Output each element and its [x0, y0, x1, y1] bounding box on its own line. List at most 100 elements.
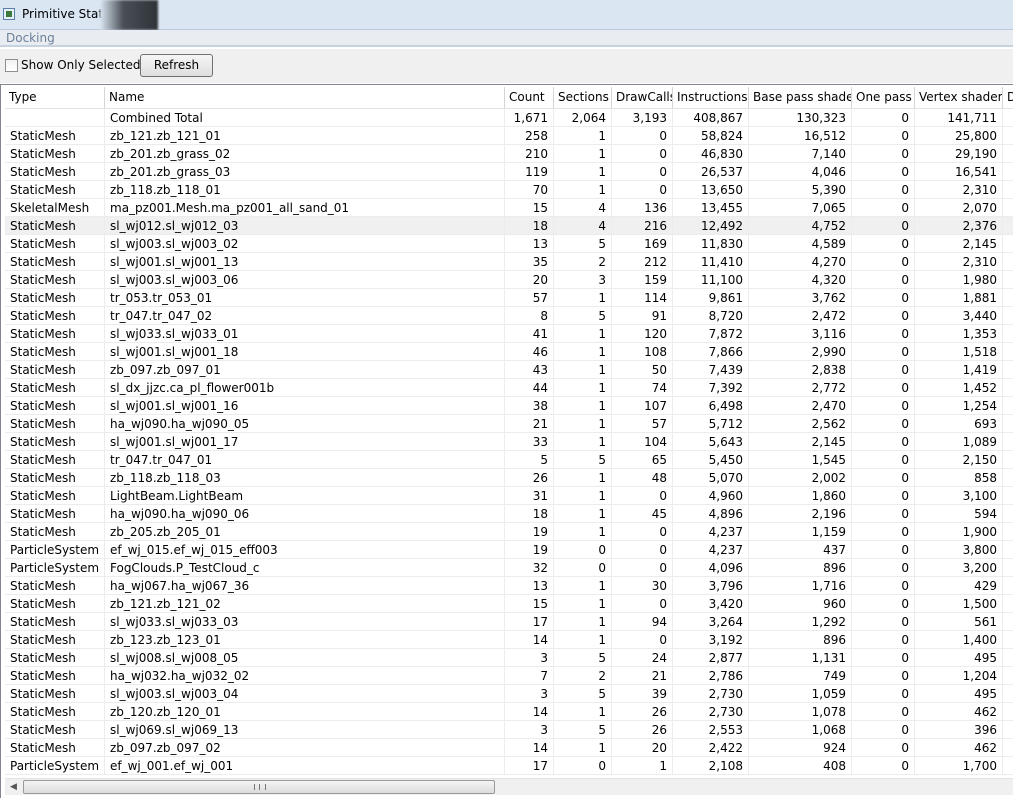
docking-bar[interactable]: Docking [0, 30, 1013, 47]
table-cell-empty [1003, 469, 1013, 487]
table-row[interactable]: StaticMesh tr_047.tr_047_02 8 5 91 8,720 2,472… [5, 307, 1013, 325]
table-cell: ParticleSystem [5, 541, 105, 559]
table-cell: 3,420 [673, 595, 749, 613]
scroll-left-arrow-icon[interactable]: ◀ [5, 779, 22, 795]
table-cell: 107 [612, 397, 673, 415]
refresh-button[interactable]: Refresh [140, 54, 213, 77]
table-row[interactable]: StaticMesh sl_wj003.sl_wj003_06 20 3 159 11,1… [5, 271, 1013, 289]
table-row[interactable]: StaticMesh sl_wj001.sl_wj001_17 33 1 104 5,64… [5, 433, 1013, 451]
table-row[interactable]: StaticMesh zb_123.zb_123_01 14 1 0 3,192 896 0 1… [5, 631, 1013, 649]
table-row[interactable]: StaticMesh LightBeam.LightBeam 31 1 0 4,960 1,… [5, 487, 1013, 505]
table-row[interactable]: ParticleSystem FogClouds.P_TestCloud_c 32 0… [5, 559, 1013, 577]
table-cell-empty [1003, 577, 1013, 595]
table-row[interactable]: Combined Total 1,671 2,064 3,193 408,867 130,… [5, 109, 1013, 127]
show-only-selected-label[interactable]: Show Only Selected [21, 58, 141, 72]
table-row[interactable]: StaticMesh zb_121.zb_121_02 15 1 0 3,420 960 0 1… [5, 595, 1013, 613]
table-cell: zb_118.zb_118_03 [105, 469, 505, 487]
table-cell: 0 [852, 757, 915, 775]
table-row[interactable]: SkeletalMesh ma_pz001.Mesh.ma_pz001_all_s… [5, 199, 1013, 217]
table-cell: 141,711 [915, 109, 1003, 127]
table-row[interactable]: ParticleSystem ef_wj_015.ef_wj_015_eff003… [5, 541, 1013, 559]
table-cell: zb_120.zb_120_01 [105, 703, 505, 721]
table-row[interactable]: StaticMesh tr_047.tr_047_01 5 5 65 5,450 1,545… [5, 451, 1013, 469]
table-cell: 0 [554, 559, 612, 577]
table-cell: 0 [612, 145, 673, 163]
table-cell: 408,867 [673, 109, 749, 127]
table-cell: 1,089 [915, 433, 1003, 451]
table-row[interactable]: StaticMesh tr_053.tr_053_01 57 1 114 9,861 3,7… [5, 289, 1013, 307]
table-cell: 119 [505, 163, 554, 181]
table-cell: 91 [612, 307, 673, 325]
table-cell-empty [1003, 217, 1013, 235]
table-cell: 0 [852, 595, 915, 613]
scrollbar-thumb[interactable] [23, 780, 495, 794]
table-cell: 1 [554, 163, 612, 181]
column-header-3[interactable]: Sections [554, 87, 612, 108]
table-row[interactable]: StaticMesh zb_120.zb_120_01 14 1 26 2,730 1,07… [5, 703, 1013, 721]
table-cell: 38 [505, 397, 554, 415]
table-row[interactable]: StaticMesh zb_201.zb_grass_02 210 1 0 46,830 7… [5, 145, 1013, 163]
table-row[interactable]: StaticMesh ha_wj090.ha_wj090_05 21 1 57 5,712… [5, 415, 1013, 433]
table-cell: 16,541 [915, 163, 1003, 181]
table-cell: 2,108 [673, 757, 749, 775]
table-cell: ParticleSystem [5, 757, 105, 775]
column-header-1[interactable]: Name [105, 87, 505, 108]
column-header-0[interactable]: Type [5, 87, 105, 108]
table-row[interactable]: StaticMesh sl_wj012.sl_wj012_03 18 4 216 12,4… [5, 217, 1013, 235]
column-header-4[interactable]: DrawCalls [612, 87, 673, 108]
table-cell: Combined Total [105, 109, 505, 127]
table-row[interactable]: StaticMesh zb_118.zb_118_03 26 1 48 5,070 2,00… [5, 469, 1013, 487]
column-header-7[interactable]: One pass [852, 87, 915, 108]
column-header-2[interactable]: Count [505, 87, 554, 108]
table-row[interactable]: StaticMesh sl_wj003.sl_wj003_02 13 5 169 11,8… [5, 235, 1013, 253]
table-row[interactable]: StaticMesh ha_wj067.ha_wj067_36 13 1 30 3,796… [5, 577, 1013, 595]
table-cell: StaticMesh [5, 127, 105, 145]
table-row[interactable]: StaticMesh zb_121.zb_121_01 258 1 0 58,824 16,… [5, 127, 1013, 145]
table-row[interactable]: StaticMesh zb_205.zb_205_01 19 1 0 4,237 1,159… [5, 523, 1013, 541]
table-cell: 19 [505, 541, 554, 559]
table-cell: 0 [852, 109, 915, 127]
column-header-8[interactable]: Vertex shader [915, 87, 1003, 108]
column-header-6[interactable]: Base pass shader [749, 87, 852, 108]
table-row[interactable]: StaticMesh ha_wj032.ha_wj032_02 7 2 21 2,786 7… [5, 667, 1013, 685]
show-only-selected-checkbox[interactable] [5, 59, 18, 72]
table-row[interactable]: StaticMesh sl_wj003.sl_wj003_04 3 5 39 2,730 1… [5, 685, 1013, 703]
table-row[interactable]: ParticleSystem ef_wj_001.ef_wj_001 17 0 1 2,1… [5, 757, 1013, 775]
table-row[interactable]: StaticMesh zb_201.zb_grass_03 119 1 0 26,537 4… [5, 163, 1013, 181]
table-row[interactable]: StaticMesh sl_wj033.sl_wj033_01 41 1 120 7,87… [5, 325, 1013, 343]
table-row[interactable]: StaticMesh sl_wj033.sl_wj033_03 17 1 94 3,264… [5, 613, 1013, 631]
table-row[interactable]: StaticMesh zb_118.zb_118_01 70 1 0 13,650 5,39… [5, 181, 1013, 199]
table-cell: sl_wj069.sl_wj069_13 [105, 721, 505, 739]
horizontal-scrollbar[interactable]: ◀ [5, 778, 1013, 795]
table-cell: 3 [554, 271, 612, 289]
table-cell-empty [1003, 559, 1013, 577]
table-cell: StaticMesh [5, 361, 105, 379]
table-cell: 561 [915, 613, 1003, 631]
table-row[interactable]: StaticMesh sl_wj001.sl_wj001_18 46 1 108 7,86… [5, 343, 1013, 361]
table-cell: StaticMesh [5, 685, 105, 703]
table-cell: 16,512 [749, 127, 852, 145]
table-row[interactable]: StaticMesh sl_wj001.sl_wj001_13 35 2 212 11,4… [5, 253, 1013, 271]
column-header-5[interactable]: Instructions [673, 87, 749, 108]
table-row[interactable]: StaticMesh sl_dx_jjzc.ca_pl_flower001b 44 1… [5, 379, 1013, 397]
table-row[interactable]: StaticMesh sl_wj008.sl_wj008_05 3 5 24 2,877 1… [5, 649, 1013, 667]
column-header-9[interactable]: D [1003, 87, 1013, 108]
title-bar-obscured-region [100, 0, 158, 30]
table-cell: 5,643 [673, 433, 749, 451]
table-row[interactable]: StaticMesh ha_wj090.ha_wj090_06 18 1 45 4,896… [5, 505, 1013, 523]
table-row[interactable]: StaticMesh sl_wj001.sl_wj001_16 38 1 107 6,49… [5, 397, 1013, 415]
table-cell: 0 [852, 703, 915, 721]
table-cell: 9,861 [673, 289, 749, 307]
table-cell: StaticMesh [5, 325, 105, 343]
table-cell: 5 [554, 685, 612, 703]
table-cell: 58,824 [673, 127, 749, 145]
table-row[interactable]: StaticMesh zb_097.zb_097_02 14 1 20 2,422 924 0… [5, 739, 1013, 757]
table-cell: 0 [852, 145, 915, 163]
table-cell: 4,237 [673, 541, 749, 559]
table-cell: 2,422 [673, 739, 749, 757]
table-cell: 48 [612, 469, 673, 487]
table-cell: 0 [612, 631, 673, 649]
table-cell: zb_201.zb_grass_03 [105, 163, 505, 181]
table-row[interactable]: StaticMesh zb_097.zb_097_01 43 1 50 7,439 2,83… [5, 361, 1013, 379]
table-row[interactable]: StaticMesh sl_wj069.sl_wj069_13 3 5 26 2,553 1… [5, 721, 1013, 739]
